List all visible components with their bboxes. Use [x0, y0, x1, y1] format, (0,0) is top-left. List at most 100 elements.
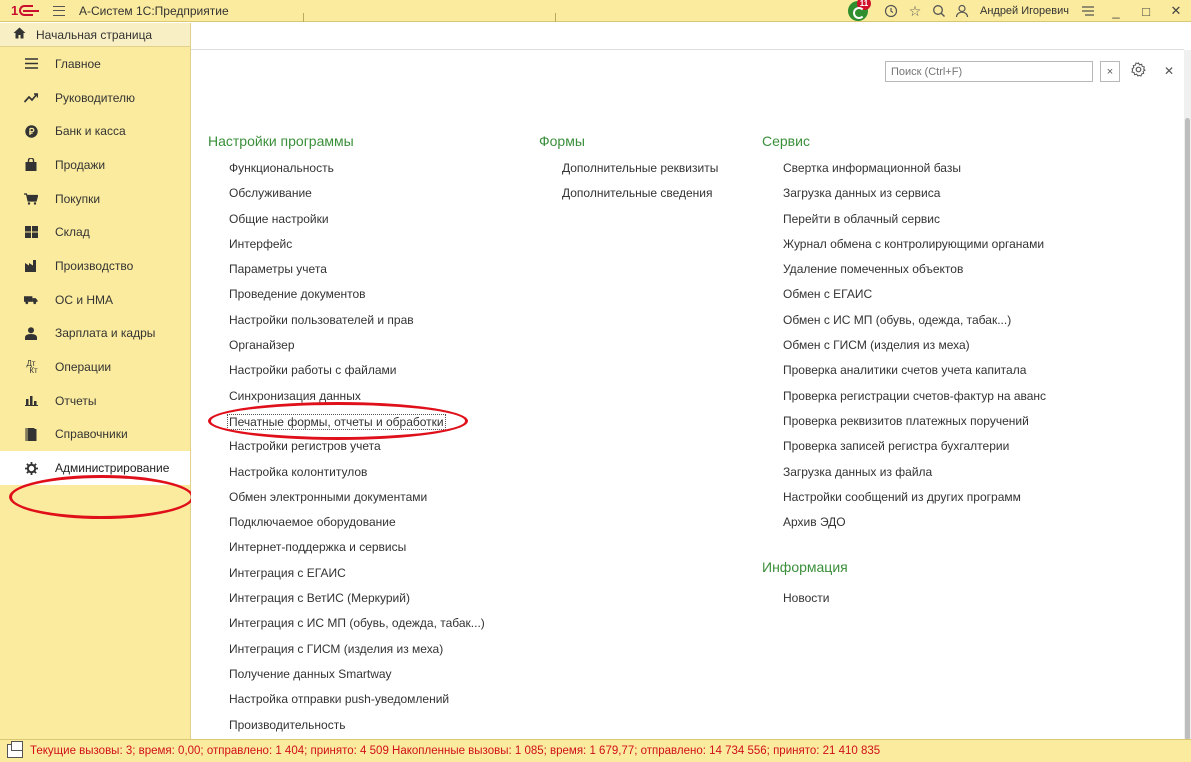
sidebar-item-main[interactable]: Главное: [0, 47, 190, 81]
sidebar-item-production[interactable]: Производство: [0, 249, 190, 283]
sidebar-item-label: Руководителю: [55, 90, 136, 105]
windows-icon[interactable]: [7, 741, 23, 758]
command-link[interactable]: Проверка реквизитов платежных поручений: [762, 414, 1046, 439]
command-link-label: Интернет-поддержка и сервисы: [229, 540, 407, 555]
truck-icon: [24, 293, 38, 307]
sidebar-item-label: Банк и касса: [55, 124, 126, 139]
sidebar-item-label: Справочники: [55, 427, 128, 442]
command-link[interactable]: Проверка регистрации счетов-фактур на ав…: [762, 389, 1046, 414]
command-link[interactable]: Проверка записей регистра бухгалтерии: [762, 439, 1046, 464]
scrollbar-thumb[interactable]: [1185, 118, 1190, 740]
command-link-label: Общие настройки: [229, 211, 329, 226]
command-link[interactable]: Интеграция с ИС МП (обувь, одежда, табак…: [208, 616, 485, 641]
maximize-icon[interactable]: □: [1131, 0, 1161, 22]
command-link[interactable]: Параметры учета: [208, 262, 485, 287]
command-link[interactable]: Загрузка данных из файла: [762, 465, 1046, 490]
sidebar-item-sales[interactable]: Продажи: [0, 148, 190, 182]
command-link[interactable]: Перейти в облачный сервис: [762, 212, 1046, 237]
command-link-label: Производительность: [229, 717, 346, 732]
command-link[interactable]: Обмен с ЕГАИС: [762, 287, 1046, 312]
command-link-label: Загрузка данных из файла: [783, 464, 933, 479]
command-link[interactable]: Настройки сообщений из других программ: [762, 490, 1046, 515]
close-panel-icon[interactable]: ✕: [1164, 64, 1174, 78]
search-input[interactable]: [891, 65, 1092, 78]
command-link[interactable]: Удаление помеченных объектов: [762, 262, 1046, 287]
command-link[interactable]: Архив ЭДО: [762, 515, 1046, 540]
command-link[interactable]: Обмен с ГИСМ (изделия из меха): [762, 338, 1046, 363]
command-link[interactable]: Общие настройки: [208, 212, 485, 237]
vertical-scrollbar[interactable]: [1184, 50, 1191, 740]
panel-settings-gear-icon[interactable]: [1131, 62, 1146, 81]
home-page-link[interactable]: Начальная страница: [0, 23, 190, 47]
minimize-icon[interactable]: _: [1101, 0, 1131, 22]
command-link[interactable]: Синхронизация данных: [208, 389, 485, 414]
sidebar-item-purchases[interactable]: Покупки: [0, 182, 190, 216]
sidebar-item-bank[interactable]: Банк и касса: [0, 114, 190, 148]
sidebar-item-catalogs[interactable]: Справочники: [0, 418, 190, 452]
command-link-label: Перейти в облачный сервис: [783, 211, 940, 226]
app-title: А-Систем 1С:Предприятие: [79, 3, 229, 18]
command-link[interactable]: Органайзер: [208, 338, 485, 363]
command-link[interactable]: Свертка информационной базы: [762, 161, 1046, 186]
command-link[interactable]: Проверка аналитики счетов учета капитала: [762, 363, 1046, 388]
command-link-label: Печатные формы, отчеты и обработки: [227, 413, 446, 430]
sidebar-item-operations[interactable]: Дт Кт Операции: [0, 350, 190, 384]
status-bar: Текущие вызовы: 3; время: 0,00; отправле…: [0, 739, 1191, 762]
command-link[interactable]: Интеграция с ГИСМ (изделия из меха): [208, 642, 485, 667]
command-link-label: Получение данных Smartway: [229, 666, 392, 681]
user-icon[interactable]: [952, 0, 974, 22]
command-link[interactable]: Печатные формы, отчеты и обработки: [208, 413, 485, 439]
section-service: Сервис Свертка информационной базы Загруз…: [762, 133, 1046, 540]
sidebar-item-warehouse[interactable]: Склад: [0, 215, 190, 249]
command-link[interactable]: Интернет-поддержка и сервисы: [208, 540, 485, 565]
clear-search-button[interactable]: ×: [1100, 61, 1120, 82]
command-link[interactable]: Настройки пользователей и прав: [208, 313, 485, 338]
person-icon: [24, 326, 38, 340]
command-link[interactable]: Подключаемое оборудование: [208, 515, 485, 540]
sidebar-item-assets[interactable]: ОС и НМА: [0, 283, 190, 317]
search-field[interactable]: [885, 61, 1093, 82]
sidebar-item-label: Операции: [55, 360, 112, 375]
notifications-icon[interactable]: 11: [847, 0, 871, 21]
command-link-label: Архив ЭДО: [783, 515, 846, 530]
news-link[interactable]: Новости: [783, 591, 829, 605]
command-link[interactable]: Функциональность: [208, 161, 485, 186]
command-link[interactable]: Настройки регистров учета: [208, 439, 485, 464]
command-link[interactable]: Дополнительные сведения: [539, 186, 718, 211]
command-link-label: Обмен с ИС МП (обувь, одежда, табак...): [783, 312, 1012, 327]
sidebar-item-manager[interactable]: Руководителю: [0, 81, 190, 115]
sidebar-item-salary[interactable]: Зарплата и кадры: [0, 317, 190, 351]
main-menu-icon[interactable]: [53, 5, 65, 16]
command-link[interactable]: Журнал обмена с контролирующими органами: [762, 237, 1046, 262]
command-link[interactable]: Настройка отправки push-уведомлений: [208, 692, 485, 717]
sidebar-item-label: Продажи: [55, 157, 106, 172]
command-link[interactable]: Обмен с ИС МП (обувь, одежда, табак...): [762, 313, 1046, 338]
command-link[interactable]: Проведение документов: [208, 287, 485, 312]
search-icon[interactable]: [928, 0, 950, 22]
command-link-label: Обмен с ЕГАИС: [783, 287, 873, 302]
command-link[interactable]: Обмен электронными документами: [208, 490, 485, 515]
favorites-star-icon[interactable]: ☆: [904, 0, 926, 22]
home-icon: [13, 27, 26, 42]
command-link[interactable]: Настройка колонтитулов: [208, 465, 485, 490]
command-link[interactable]: Интерфейс: [208, 237, 485, 262]
sidebar-item-label: Администрирование: [55, 461, 170, 476]
user-name[interactable]: Андрей Игоревич: [980, 5, 1069, 17]
sidebar-item-administration[interactable]: Администрирование: [0, 451, 190, 485]
settings-lines-icon[interactable]: [1077, 0, 1099, 22]
close-window-icon[interactable]: ✕: [1161, 0, 1191, 22]
command-link[interactable]: Обслуживание: [208, 186, 485, 211]
command-link[interactable]: Получение данных Smartway: [208, 667, 485, 692]
command-link[interactable]: Дополнительные реквизиты: [539, 161, 718, 186]
sidebar-list: Главное Руководителю Банк и касса Продаж…: [0, 47, 190, 485]
history-icon[interactable]: [880, 0, 902, 22]
menu-lines-icon: [24, 57, 38, 71]
command-link[interactable]: Интеграция с ЕГАИС: [208, 566, 485, 591]
command-link[interactable]: Загрузка данных из сервиса: [762, 186, 1046, 211]
command-link[interactable]: Интеграция с ВетИС (Меркурий): [208, 591, 485, 616]
sidebar-item-label: Зарплата и кадры: [55, 326, 156, 341]
command-link[interactable]: Настройки работы с файлами: [208, 363, 485, 388]
sidebar-item-label: ОС и НМА: [55, 292, 114, 307]
sidebar-item-reports[interactable]: Отчеты: [0, 384, 190, 418]
command-link-label: Дополнительные реквизиты: [562, 161, 719, 175]
